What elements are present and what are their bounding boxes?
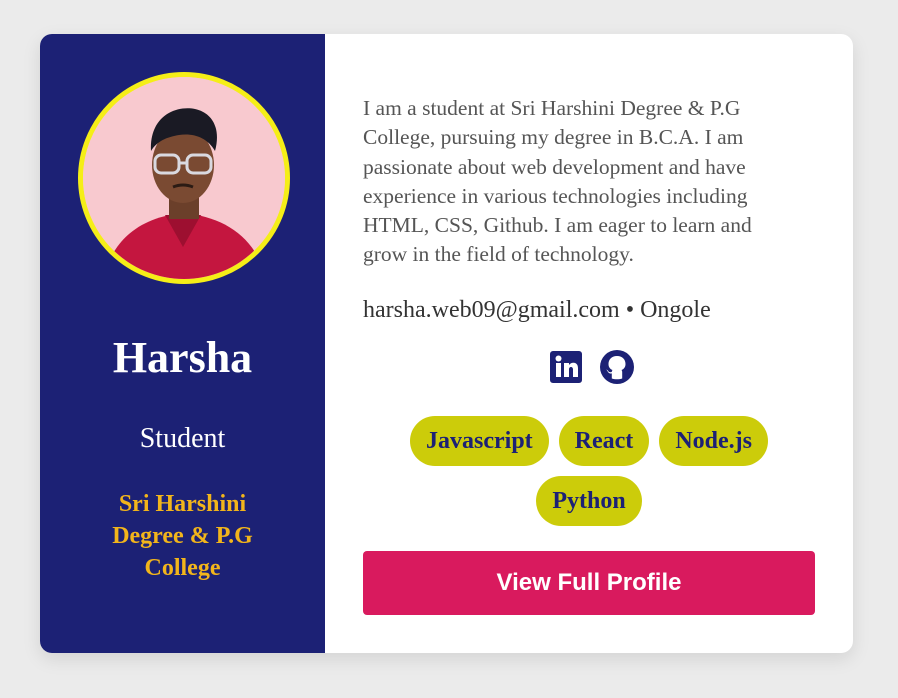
github-icon[interactable] xyxy=(599,349,635,385)
social-links xyxy=(325,349,853,385)
skill-tag: React xyxy=(558,416,650,466)
profile-details: I am a student at Sri Harshini Degree & … xyxy=(325,34,853,653)
skill-tag: Node.js xyxy=(659,416,768,466)
avatar xyxy=(78,72,290,284)
profile-card: Harsha Student Sri Harshini Degree & P.G… xyxy=(40,34,853,653)
profile-name: Harsha xyxy=(112,333,253,382)
profile-college: Sri Harshini Degree & P.G College xyxy=(112,491,253,581)
avatar-photo xyxy=(83,77,285,279)
contact-line: harsha.web09@gmail.com • Ongole xyxy=(363,297,711,323)
skill-tag: Python xyxy=(536,476,642,526)
linkedin-icon[interactable] xyxy=(548,349,584,385)
skill-tag: Javascript xyxy=(410,416,549,466)
view-full-profile-button[interactable]: View Full Profile xyxy=(363,551,815,615)
profile-bio: I am a student at Sri Harshini Degree & … xyxy=(363,96,752,267)
skill-tags: Javascript React Node.js Python xyxy=(363,416,815,526)
profile-role: Student xyxy=(139,423,226,454)
profile-sidebar: Harsha Student Sri Harshini Degree & P.G… xyxy=(40,34,325,653)
